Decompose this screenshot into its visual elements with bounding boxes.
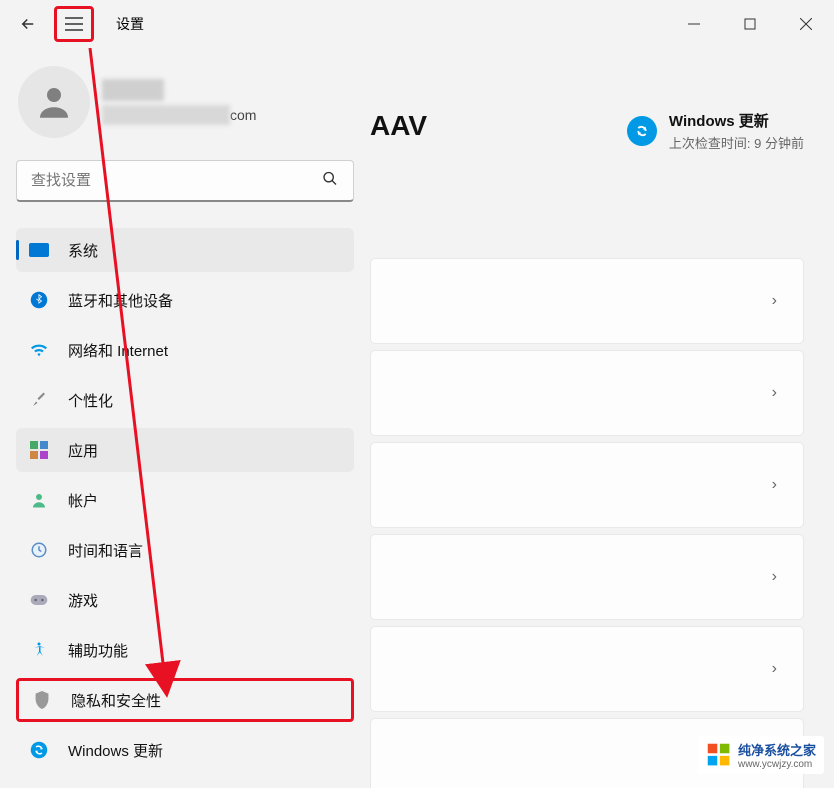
person-icon xyxy=(33,81,75,123)
minimize-button[interactable] xyxy=(666,4,722,44)
sidebar-item-label: 帐户 xyxy=(68,490,98,511)
chevron-right-icon: › xyxy=(772,292,777,310)
accessibility-icon xyxy=(28,639,50,661)
wifi-icon xyxy=(28,339,50,361)
watermark: 纯净系统之家 www.ycwjzy.com xyxy=(698,736,824,774)
user-email: com xyxy=(102,105,256,125)
arrow-left-icon xyxy=(19,15,37,33)
sidebar-item-system[interactable]: 系统 xyxy=(16,228,354,272)
hamburger-icon xyxy=(65,17,83,31)
menu-button[interactable] xyxy=(54,6,94,42)
user-account-row[interactable]: com xyxy=(16,66,354,138)
settings-cards: › › › › › xyxy=(370,258,804,788)
chevron-right-icon: › xyxy=(772,568,777,586)
update-tile-subtitle: 上次检查时间: 9 分钟前 xyxy=(669,133,804,152)
sidebar-item-windows-update[interactable]: Windows 更新 xyxy=(16,728,354,772)
brush-icon xyxy=(28,389,50,411)
sidebar-item-label: 蓝牙和其他设备 xyxy=(68,290,173,311)
minimize-icon xyxy=(688,18,700,30)
watermark-url: www.ycwjzy.com xyxy=(738,759,816,770)
person-icon xyxy=(28,489,50,511)
sidebar-item-personalization[interactable]: 个性化 xyxy=(16,378,354,422)
titlebar: 设置 xyxy=(0,0,834,48)
sidebar-item-time-language[interactable]: 时间和语言 xyxy=(16,528,354,572)
chevron-right-icon: › xyxy=(772,660,777,678)
chevron-right-icon: › xyxy=(772,476,777,494)
chevron-right-icon: › xyxy=(772,384,777,402)
settings-card[interactable]: › xyxy=(370,442,804,528)
search-wrap xyxy=(16,160,354,202)
maximize-button[interactable] xyxy=(722,4,778,44)
sidebar-item-label: 个性化 xyxy=(68,390,113,411)
sidebar-item-accounts[interactable]: 帐户 xyxy=(16,478,354,522)
user-email-suffix: com xyxy=(230,107,256,123)
sidebar-item-label: 应用 xyxy=(68,440,98,461)
sidebar-item-apps[interactable]: 应用 xyxy=(16,428,354,472)
sidebar-item-label: 辅助功能 xyxy=(68,640,128,661)
sidebar-item-gaming[interactable]: 游戏 xyxy=(16,578,354,622)
sync-icon xyxy=(28,739,50,761)
avatar xyxy=(18,66,90,138)
user-name-blurred xyxy=(102,79,164,101)
apps-icon xyxy=(28,439,50,461)
sidebar-item-label: 隐私和安全性 xyxy=(71,690,161,711)
settings-card[interactable]: › xyxy=(370,350,804,436)
main-header-area: AAV Windows 更新 上次检查时间: 9 分钟前 xyxy=(370,110,804,142)
sidebar-item-network[interactable]: 网络和 Internet xyxy=(16,328,354,372)
user-info: com xyxy=(102,79,256,125)
settings-card[interactable]: › xyxy=(370,534,804,620)
sync-icon xyxy=(627,116,657,146)
search-icon xyxy=(322,171,338,192)
update-tile-title: Windows 更新 xyxy=(669,110,804,131)
maximize-icon xyxy=(744,18,756,30)
search-input[interactable] xyxy=(16,160,354,202)
sidebar-item-label: 系统 xyxy=(68,240,98,261)
shield-icon xyxy=(31,689,53,711)
sidebar-item-label: 游戏 xyxy=(68,590,98,611)
settings-card[interactable]: › xyxy=(370,258,804,344)
clock-icon xyxy=(28,539,50,561)
sidebar-item-label: 时间和语言 xyxy=(68,540,143,561)
watermark-title: 纯净系统之家 xyxy=(738,740,816,759)
bluetooth-icon xyxy=(28,289,50,311)
close-button[interactable] xyxy=(778,4,834,44)
sidebar-item-bluetooth[interactable]: 蓝牙和其他设备 xyxy=(16,278,354,322)
nav-list: 系统 蓝牙和其他设备 网络和 Internet 个性化 应用 帐户 时间和语言 xyxy=(16,228,354,772)
close-icon xyxy=(800,18,812,30)
sidebar-item-privacy[interactable]: 隐私和安全性 xyxy=(16,678,354,722)
sidebar-item-accessibility[interactable]: 辅助功能 xyxy=(16,628,354,672)
sidebar: com 系统 蓝牙和其他设备 网络和 Internet 个性化 应用 xyxy=(0,48,370,782)
app-title: 设置 xyxy=(116,14,144,34)
window-controls xyxy=(666,4,834,44)
sidebar-item-label: 网络和 Internet xyxy=(68,340,168,361)
monitor-icon xyxy=(28,239,50,261)
back-button[interactable] xyxy=(14,10,42,38)
windows-update-tile[interactable]: Windows 更新 上次检查时间: 9 分钟前 xyxy=(627,110,804,152)
user-email-blurred xyxy=(102,105,230,125)
settings-card[interactable]: › xyxy=(370,626,804,712)
watermark-logo-icon xyxy=(706,742,732,768)
sidebar-item-label: Windows 更新 xyxy=(68,740,163,761)
gamepad-icon xyxy=(28,589,50,611)
